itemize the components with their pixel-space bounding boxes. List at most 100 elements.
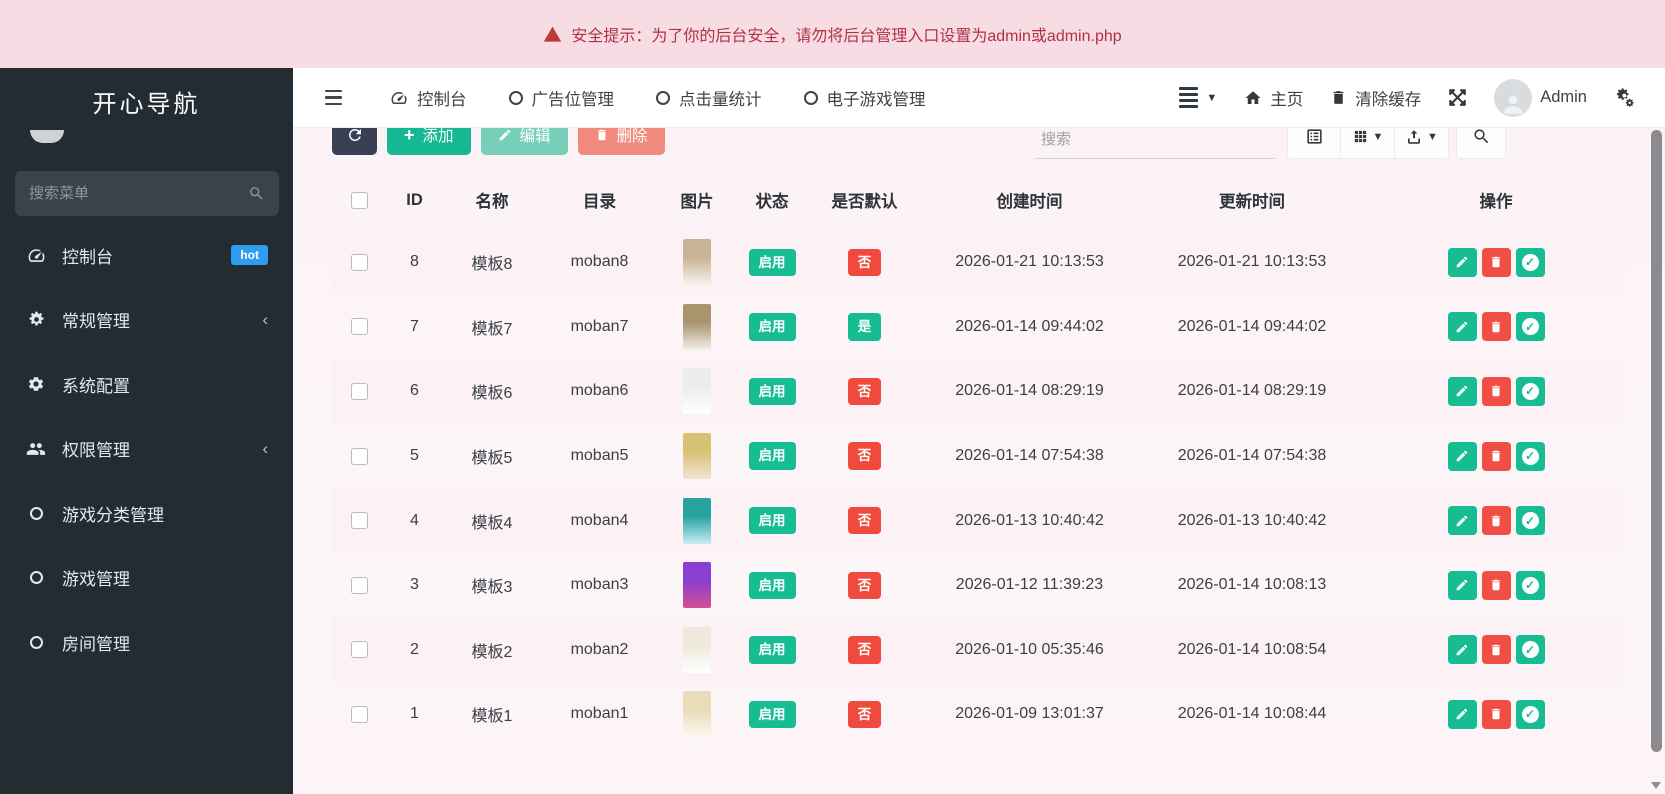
detail-view-button[interactable] bbox=[1287, 128, 1341, 159]
row-check-button[interactable]: ✓ bbox=[1515, 635, 1545, 665]
settings-gears-icon[interactable] bbox=[1614, 87, 1635, 108]
template-thumbnail[interactable] bbox=[683, 303, 711, 350]
select-all-checkbox[interactable] bbox=[351, 191, 368, 209]
row-delete-button[interactable] bbox=[1481, 441, 1511, 471]
row-check-button[interactable]: ✓ bbox=[1515, 699, 1545, 729]
default-badge[interactable]: 否 bbox=[847, 700, 882, 729]
default-badge[interactable]: 否 bbox=[847, 377, 882, 406]
sidebar-item-permissions[interactable]: 权限管理 ‹ bbox=[0, 417, 293, 482]
row-edit-button[interactable] bbox=[1447, 376, 1477, 406]
delete-button[interactable]: 删除 bbox=[577, 128, 665, 155]
home-label: 主页 bbox=[1270, 90, 1304, 109]
pencil-icon bbox=[1456, 580, 1468, 591]
status-badge[interactable]: 启用 bbox=[748, 248, 796, 277]
status-badge[interactable]: 启用 bbox=[748, 377, 796, 406]
row-delete-button[interactable] bbox=[1481, 376, 1511, 406]
template-thumbnail[interactable] bbox=[683, 239, 711, 286]
home-link[interactable]: 主页 bbox=[1244, 86, 1303, 110]
template-thumbnail[interactable] bbox=[683, 433, 711, 480]
edit-button[interactable]: 编辑 bbox=[480, 128, 568, 155]
scrollbar-thumb[interactable] bbox=[1651, 130, 1662, 752]
hamburger-icon[interactable] bbox=[319, 84, 348, 112]
sidebar-item-general[interactable]: 常规管理 ‹ bbox=[0, 288, 293, 353]
row-delete-button[interactable] bbox=[1481, 570, 1511, 600]
status-badge[interactable]: 启用 bbox=[748, 442, 796, 470]
row-check-button[interactable]: ✓ bbox=[1515, 441, 1545, 471]
row-edit-button[interactable] bbox=[1447, 506, 1477, 536]
template-thumbnail[interactable] bbox=[683, 368, 711, 415]
sidebar-item-game-category[interactable]: 游戏分类管理 bbox=[0, 481, 293, 546]
row-checkbox[interactable] bbox=[351, 641, 368, 659]
sidebar-item-game-manage[interactable]: 游戏管理 bbox=[0, 546, 293, 611]
sidebar-item-room-manage[interactable]: 房间管理 bbox=[0, 610, 293, 675]
row-edit-button[interactable] bbox=[1447, 312, 1477, 342]
username: Admin bbox=[1540, 88, 1587, 106]
row-checkbox[interactable] bbox=[351, 447, 368, 465]
top-navbar: 控制台 广告位管理 点击量统计 电子游戏管理 ▼ 主页 清除缓存 Admin bbox=[293, 68, 1665, 128]
row-checkbox[interactable] bbox=[351, 512, 368, 530]
sidebar-item-label: 控制台 bbox=[62, 247, 113, 267]
user-menu[interactable]: Admin bbox=[1494, 78, 1587, 117]
check-icon: ✓ bbox=[1521, 512, 1539, 530]
cell-updated: 2026-01-13 10:40:42 bbox=[1177, 511, 1327, 529]
row-checkbox[interactable] bbox=[351, 576, 368, 594]
table-search-input[interactable] bbox=[1035, 128, 1275, 159]
default-badge[interactable]: 否 bbox=[847, 636, 882, 664]
row-checkbox[interactable] bbox=[351, 318, 368, 336]
row-checkbox[interactable] bbox=[351, 705, 368, 723]
add-button[interactable]: + 添加 bbox=[387, 128, 471, 155]
template-thumbnail[interactable] bbox=[683, 691, 711, 738]
row-edit-button[interactable] bbox=[1447, 247, 1477, 277]
cell-created: 2026-01-14 08:29:19 bbox=[955, 382, 1104, 400]
status-badge[interactable]: 启用 bbox=[748, 636, 796, 664]
template-thumbnail[interactable] bbox=[683, 562, 711, 609]
clear-cache-link[interactable]: 清除缓存 bbox=[1330, 86, 1421, 110]
default-badge[interactable]: 否 bbox=[847, 442, 882, 470]
chevron-left-icon: ‹ bbox=[262, 310, 268, 330]
tab-list-dropdown[interactable]: ▼ bbox=[1179, 86, 1217, 109]
row-delete-button[interactable] bbox=[1481, 506, 1511, 536]
row-check-button[interactable]: ✓ bbox=[1515, 376, 1545, 406]
row-delete-button[interactable] bbox=[1481, 312, 1511, 342]
template-thumbnail[interactable] bbox=[683, 497, 711, 544]
tab-console[interactable]: 控制台 bbox=[376, 78, 481, 118]
row-edit-button[interactable] bbox=[1447, 441, 1477, 471]
row-edit-button[interactable] bbox=[1447, 570, 1477, 600]
tab-click-stats[interactable]: 点击量统计 bbox=[642, 78, 776, 118]
refresh-icon bbox=[348, 128, 361, 141]
edit-label: 编辑 bbox=[519, 128, 551, 145]
search-button[interactable] bbox=[1456, 128, 1506, 159]
status-badge[interactable]: 启用 bbox=[748, 700, 796, 729]
default-badge[interactable]: 否 bbox=[847, 248, 882, 277]
row-edit-button[interactable] bbox=[1447, 699, 1477, 729]
status-badge[interactable]: 启用 bbox=[748, 571, 796, 600]
tab-egame-manage[interactable]: 电子游戏管理 bbox=[790, 78, 940, 118]
default-badge[interactable]: 否 bbox=[847, 571, 882, 600]
row-check-button[interactable]: ✓ bbox=[1515, 247, 1545, 277]
tab-ad-manage[interactable]: 广告位管理 bbox=[495, 78, 629, 118]
row-check-button[interactable]: ✓ bbox=[1515, 570, 1545, 600]
export-button[interactable]: ▼ bbox=[1395, 128, 1449, 159]
row-delete-button[interactable] bbox=[1481, 699, 1511, 729]
row-checkbox[interactable] bbox=[351, 253, 368, 271]
row-delete-button[interactable] bbox=[1481, 247, 1511, 277]
row-edit-button[interactable] bbox=[1447, 635, 1477, 665]
sidebar-item-console[interactable]: 控制台 hot bbox=[0, 223, 293, 288]
trash-icon bbox=[1491, 321, 1501, 333]
row-check-button[interactable]: ✓ bbox=[1515, 506, 1545, 536]
status-badge[interactable]: 启用 bbox=[748, 506, 796, 535]
row-delete-button[interactable] bbox=[1481, 635, 1511, 665]
sidebar-search-input[interactable] bbox=[29, 185, 248, 202]
row-checkbox[interactable] bbox=[351, 382, 368, 400]
refresh-button[interactable] bbox=[332, 128, 377, 155]
row-check-button[interactable]: ✓ bbox=[1515, 312, 1545, 342]
status-badge[interactable]: 启用 bbox=[748, 313, 796, 341]
columns-button[interactable]: ▼ bbox=[1341, 128, 1395, 159]
default-badge[interactable]: 否 bbox=[847, 506, 882, 535]
scrollbar-down-arrow[interactable] bbox=[1651, 782, 1661, 789]
fullscreen-icon[interactable] bbox=[1448, 88, 1467, 107]
default-badge[interactable]: 是 bbox=[847, 313, 882, 341]
sidebar-item-system-config[interactable]: 系统配置 bbox=[0, 352, 293, 417]
check-icon: ✓ bbox=[1521, 253, 1539, 271]
template-thumbnail[interactable] bbox=[683, 626, 711, 673]
